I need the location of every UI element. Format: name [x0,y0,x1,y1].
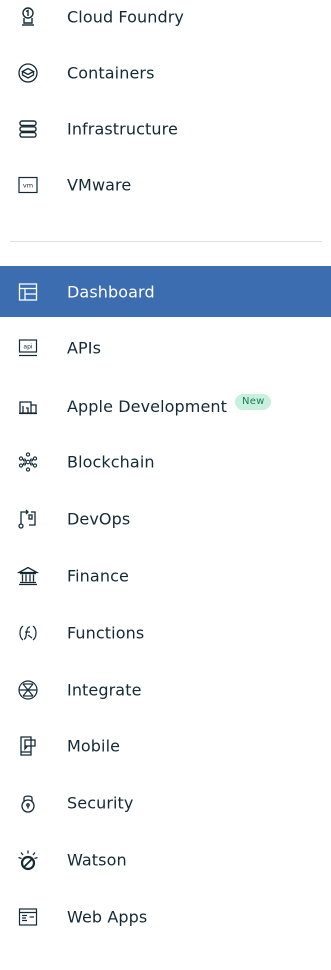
blockchain-icon [17,451,39,473]
new-badge: New [235,394,272,410]
nav-item-apple-development[interactable]: Apple Development New [0,380,331,430]
nav-item-apis[interactable]: api APIs [0,323,331,373]
watson-icon [17,849,39,871]
web-apps-icon [17,906,39,928]
apple-development-icon [17,394,39,416]
nav-item-label: Mobile [67,736,121,756]
side-navigation: Cloud Foundry Containers Infrastructure [0,0,331,970]
nav-item-label: Web Apps [67,907,148,927]
nav-item-cloud-foundry[interactable]: Cloud Foundry [0,0,331,42]
nav-item-containers[interactable]: Containers [0,48,331,98]
nav-item-label: Apple Development New [67,394,272,416]
nav-item-label: Finance [67,566,129,586]
nav-item-label: Blockchain [67,452,155,472]
mobile-icon [17,735,39,757]
nav-item-web-apps[interactable]: Web Apps [0,892,331,942]
nav-item-functions[interactable]: Functions [0,608,331,658]
apple-development-label: Apple Development [67,397,228,416]
nav-item-label: Functions [67,623,145,643]
nav-item-watson[interactable]: Watson [0,835,331,885]
nav-item-infrastructure[interactable]: Infrastructure [0,104,331,154]
nav-item-label: Dashboard [67,282,155,301]
nav-item-vmware[interactable]: vm VMware [0,160,331,210]
nav-item-finance[interactable]: Finance [0,551,331,601]
svg-text:vm: vm [23,182,33,190]
nav-item-security[interactable]: Security [0,778,331,828]
nav-item-label: APIs [67,338,102,358]
menu-divider [10,241,322,242]
nav-item-devops[interactable]: DevOps [0,494,331,544]
nav-item-label: Cloud Foundry [67,7,184,27]
nav-item-label: Infrastructure [67,119,178,139]
nav-item-label: VMware [67,175,132,195]
nav-item-label: Security [67,793,134,813]
api-icon: api [17,337,39,359]
functions-icon [17,622,39,644]
nav-item-blockchain[interactable]: Blockchain [0,437,331,487]
nav-item-label: DevOps [67,509,131,529]
nav-item-label: Integrate [67,680,142,700]
lock-icon [17,792,39,814]
nav-item-mobile[interactable]: Mobile [0,721,331,771]
vmware-icon: vm [17,174,39,196]
nav-item-dashboard[interactable]: Dashboard [0,266,331,317]
nav-item-label: Containers [67,63,155,83]
svg-text:api: api [23,344,32,351]
nav-item-label: Watson [67,850,127,870]
integrate-icon [17,679,39,701]
devops-icon [17,508,39,530]
finance-icon [17,565,39,587]
cloud-foundry-icon [17,6,39,28]
containers-icon [17,62,39,84]
nav-item-integrate[interactable]: Integrate [0,665,331,715]
infrastructure-icon [17,118,39,140]
dashboard-icon [17,281,39,303]
